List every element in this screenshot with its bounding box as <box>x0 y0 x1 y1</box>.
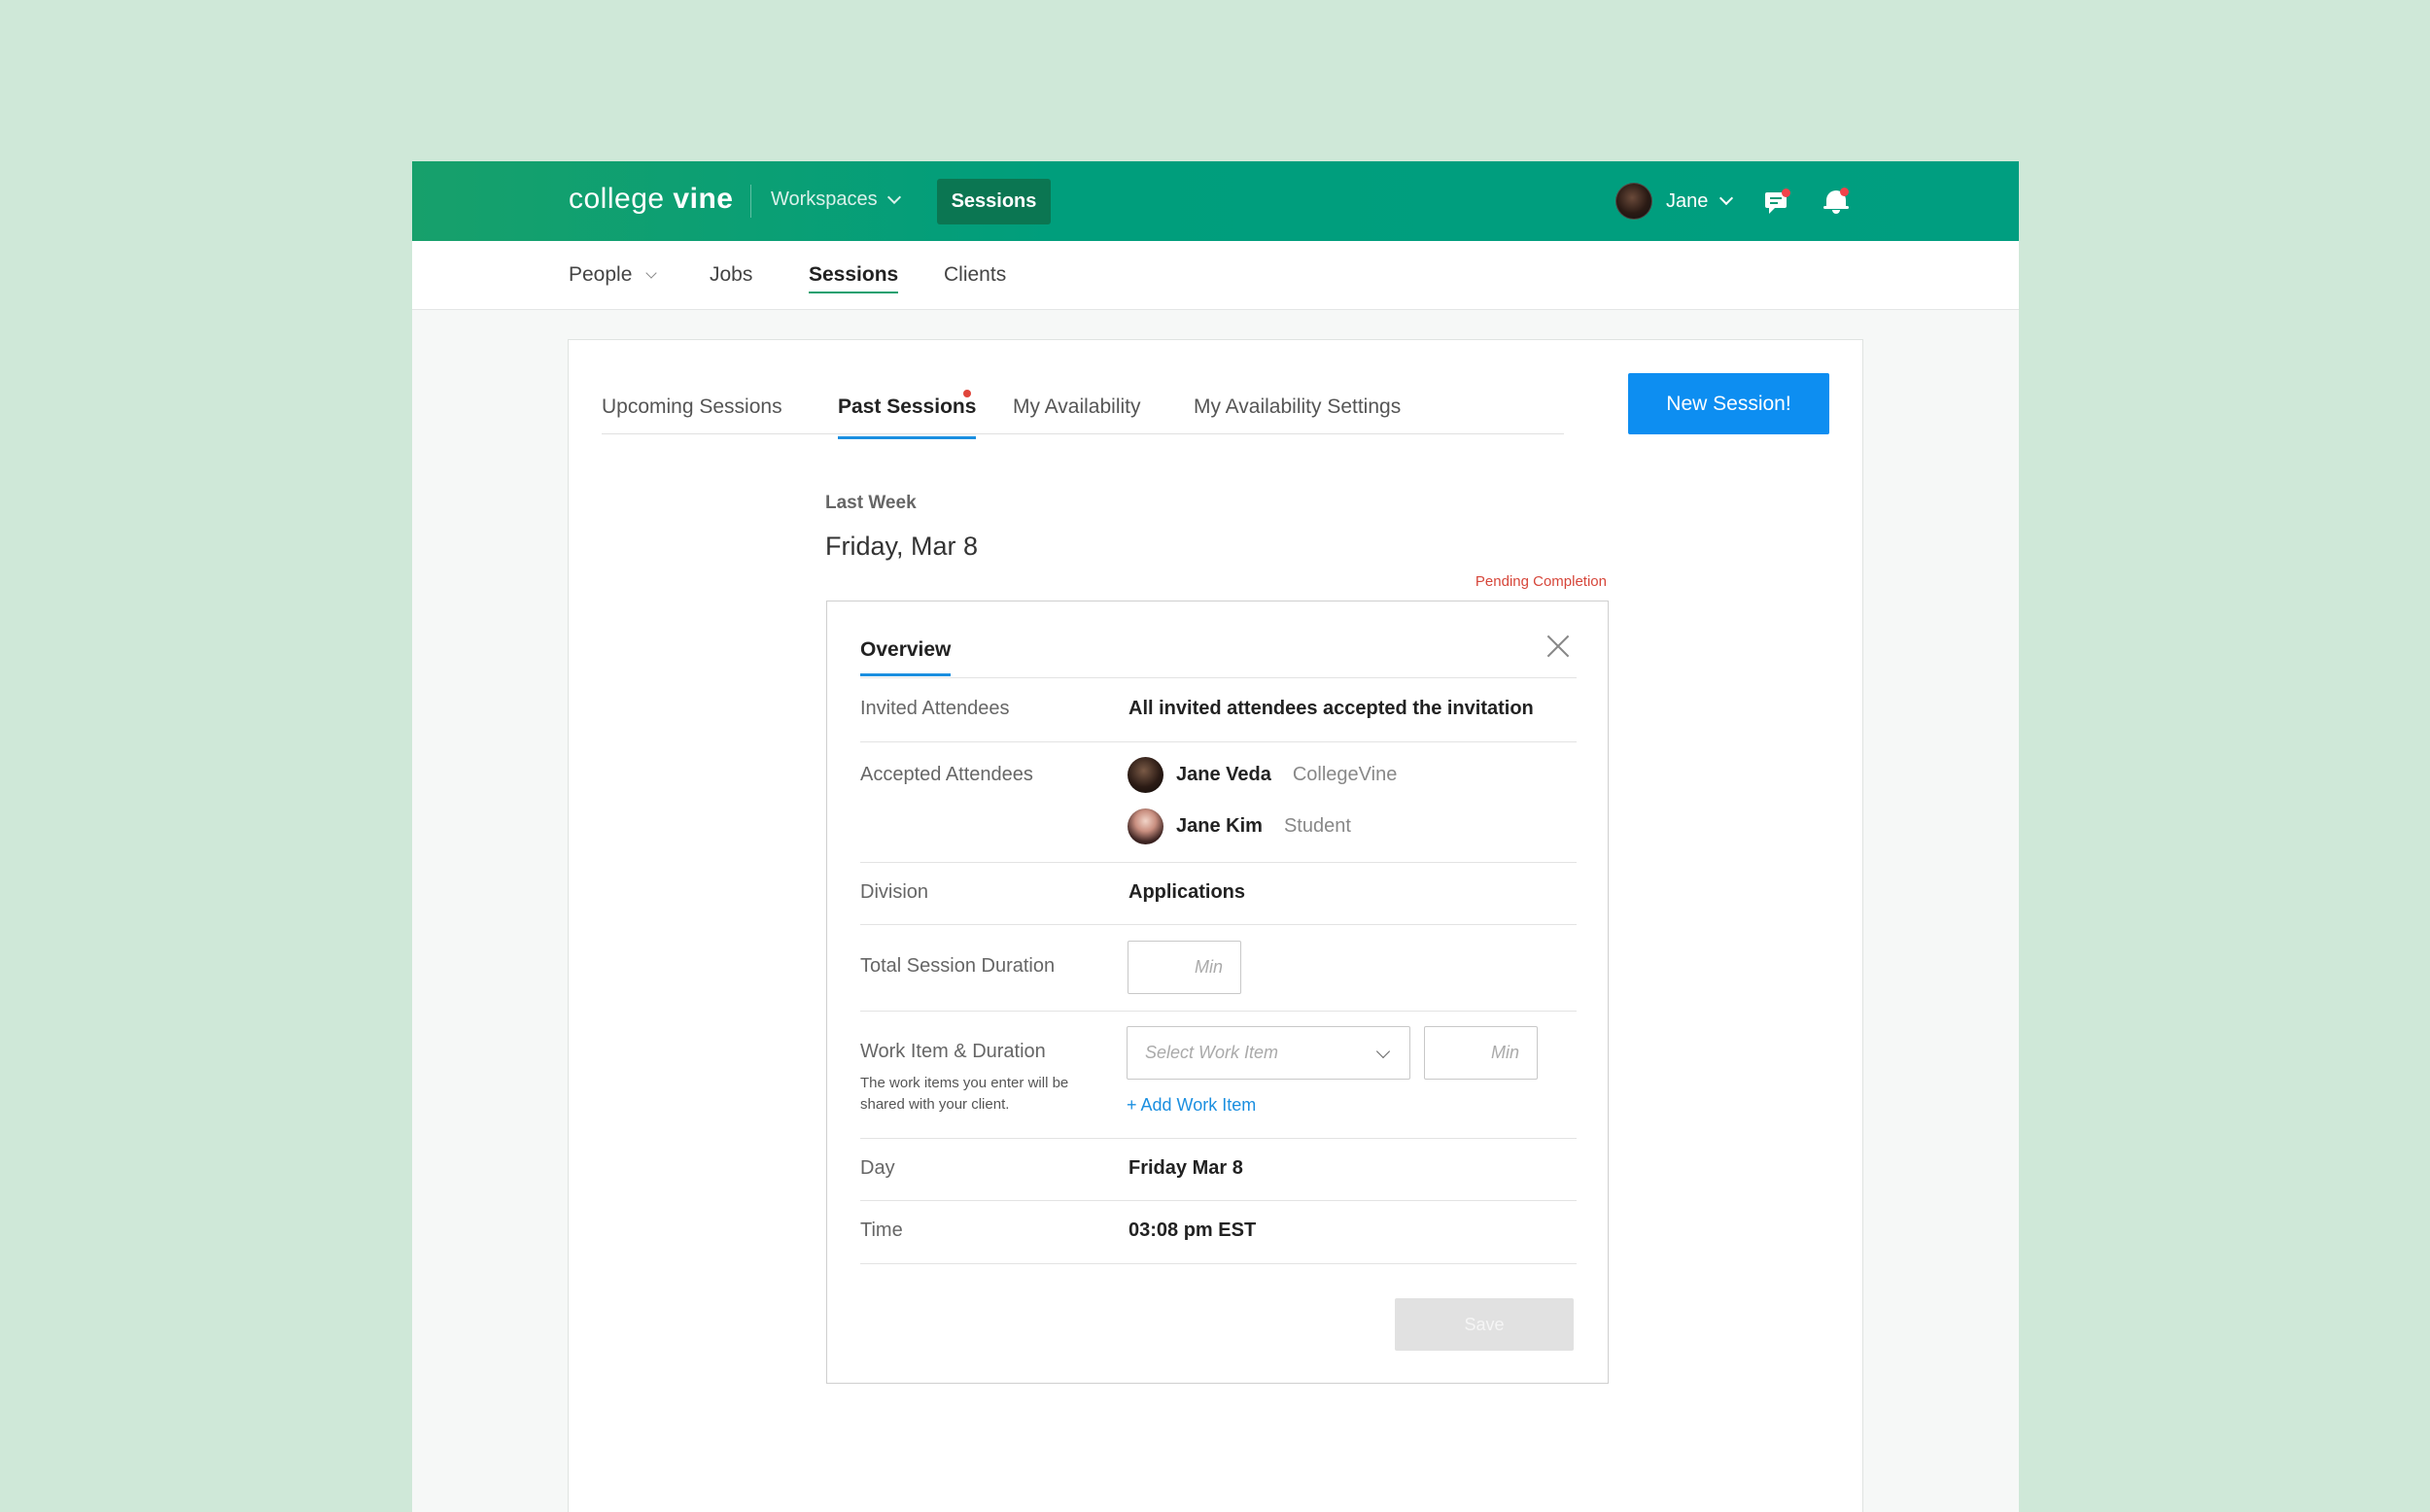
collegevine-logo[interactable]: college vine <box>569 183 733 216</box>
sessions-workspace-button[interactable]: Sessions <box>937 179 1051 224</box>
accepted-attendees-label: Accepted Attendees <box>860 764 1033 785</box>
sessions-card: Upcoming Sessions Past Sessions My Avail… <box>568 339 1863 1512</box>
accepted-attendees-row: Accepted Attendees Jane Veda CollegeVine… <box>860 741 1577 862</box>
tab-past-label: Past Sessions <box>838 395 977 418</box>
tab-past-sessions[interactable]: Past Sessions <box>838 390 977 439</box>
day-value: Friday Mar 8 <box>1128 1157 1243 1179</box>
bell-clapper <box>1832 210 1840 214</box>
attendee-item[interactable]: Jane Veda CollegeVine <box>1128 757 1397 793</box>
division-label: Division <box>860 881 929 903</box>
chevron-down-icon <box>645 266 658 279</box>
work-item-label: Work Item & Duration <box>860 1041 1046 1062</box>
tab-availability-label: My Availability <box>1013 395 1141 418</box>
active-tab-underline <box>860 673 952 676</box>
sessions-tabs: Upcoming Sessions Past Sessions My Avail… <box>602 340 1564 439</box>
min-placeholder: Min <box>1490 1043 1519 1062</box>
bell-base <box>1823 206 1849 209</box>
total-duration-label: Total Session Duration <box>860 955 1056 977</box>
work-item-row: Work Item & Duration The work items you … <box>860 1011 1577 1138</box>
invited-attendees-value: All invited attendees accepted the invit… <box>1128 698 1534 719</box>
app-window: college vine Workspaces Sessions Jane Pe… <box>412 161 2019 1512</box>
chat-line <box>1770 197 1782 199</box>
subnav-people-label: People <box>569 263 633 286</box>
top-bar: college vine Workspaces Sessions Jane <box>412 161 2019 241</box>
notifications-unread-dot <box>1840 188 1849 196</box>
status-pending-completion: Pending Completion <box>1475 573 1607 590</box>
user-name: Jane <box>1666 189 1709 212</box>
logo-text-bold: vine <box>673 183 734 215</box>
tab-upcoming-label: Upcoming Sessions <box>602 395 782 418</box>
avatar <box>1128 808 1163 844</box>
workspaces-label: Workspaces <box>771 189 878 210</box>
attendee-name: Jane Veda <box>1176 764 1271 785</box>
subnav-sessions-label: Sessions <box>809 263 899 286</box>
subnav-sessions[interactable]: Sessions <box>809 263 899 293</box>
add-work-item-link[interactable]: + Add Work Item <box>1127 1095 1256 1116</box>
time-value: 03:08 pm EST <box>1128 1220 1257 1241</box>
time-row: Time 03:08 pm EST <box>860 1200 1577 1264</box>
work-item-help-text: The work items you enter will be shared … <box>860 1075 1069 1113</box>
overview-tab-label: Overview <box>860 638 952 661</box>
active-tab-underline <box>838 436 977 439</box>
select-work-item-dropdown[interactable]: Select Work Item <box>1127 1026 1410 1080</box>
attendee-item[interactable]: Jane Kim Student <box>1128 808 1351 844</box>
messages-icon[interactable] <box>1762 187 1791 216</box>
tab-my-availability-settings[interactable]: My Availability Settings <box>1194 395 1401 419</box>
user-avatar <box>1615 183 1652 220</box>
period-label: Last Week <box>825 493 917 513</box>
logo-text-light: college <box>569 183 665 215</box>
total-duration-input[interactable]: Min <box>1128 941 1241 994</box>
notifications-bell-icon[interactable] <box>1822 187 1851 216</box>
avatar <box>1128 757 1163 793</box>
new-session-button[interactable]: New Session! <box>1628 373 1829 434</box>
tab-availability-settings-label: My Availability Settings <box>1194 395 1402 418</box>
subnav-people[interactable]: People <box>569 263 658 287</box>
subnav-clients[interactable]: Clients <box>944 263 1006 287</box>
messages-unread-dot <box>1782 189 1790 197</box>
save-button[interactable]: Save <box>1395 1298 1574 1351</box>
invited-attendees-row: Invited Attendees All invited attendees … <box>860 677 1577 741</box>
chevron-down-icon <box>1719 190 1734 206</box>
attendee-org: CollegeVine <box>1292 764 1398 785</box>
header-divider <box>750 185 751 218</box>
subnav-jobs-label: Jobs <box>710 263 753 286</box>
subnav-jobs[interactable]: Jobs <box>710 263 752 287</box>
day-row: Day Friday Mar 8 <box>860 1138 1577 1200</box>
subnav-clients-label: Clients <box>944 263 1007 286</box>
tab-upcoming-sessions[interactable]: Upcoming Sessions <box>602 395 782 419</box>
session-overview-panel: Overview Invited Attendees All invited a… <box>826 601 1609 1384</box>
division-row: Division Applications <box>860 862 1577 924</box>
attendee-name: Jane Kim <box>1176 815 1263 837</box>
chevron-down-icon <box>1375 1044 1391 1059</box>
attendee-org: Student <box>1283 815 1351 837</box>
day-label: Day <box>860 1157 895 1179</box>
date-heading: Friday, Mar 8 <box>825 532 979 561</box>
min-placeholder: Min <box>1194 957 1223 977</box>
close-icon[interactable] <box>1546 635 1570 658</box>
work-item-placeholder: Select Work Item <box>1145 1043 1279 1062</box>
total-duration-row: Total Session Duration Min <box>860 924 1577 1011</box>
time-label: Time <box>860 1220 903 1241</box>
tab-my-availability[interactable]: My Availability <box>1013 395 1141 419</box>
invited-attendees-label: Invited Attendees <box>860 698 1010 719</box>
workspaces-dropdown[interactable]: Workspaces <box>771 189 901 211</box>
chevron-down-icon <box>886 189 901 204</box>
sub-navigation: People Jobs Sessions Clients <box>412 241 2019 310</box>
active-underline <box>809 292 899 293</box>
chat-line <box>1770 202 1778 204</box>
tab-overview[interactable]: Overview <box>860 638 952 676</box>
work-item-duration-input[interactable]: Min <box>1424 1026 1538 1080</box>
division-value: Applications <box>1128 881 1246 903</box>
user-menu[interactable]: Jane <box>1615 183 1734 220</box>
past-sessions-alert-dot <box>963 390 971 397</box>
